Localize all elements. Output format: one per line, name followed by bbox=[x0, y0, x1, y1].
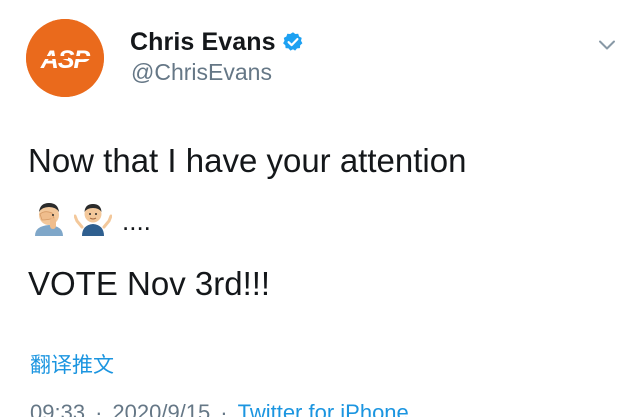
tweet-card: ASP Chris Evans @ChrisEvans Now that I h… bbox=[0, 0, 640, 417]
avatar[interactable]: ASP bbox=[26, 19, 104, 97]
tweet-text-line-1: Now that I have your attention bbox=[28, 142, 467, 179]
emoji-row: .... bbox=[30, 194, 151, 236]
tweet-time[interactable]: 09:33 bbox=[30, 400, 85, 417]
face-palm-emoji-icon bbox=[35, 203, 63, 236]
chevron-down-icon[interactable] bbox=[596, 34, 618, 56]
svg-text:ASP: ASP bbox=[40, 46, 91, 74]
tweet-text-line-3: VOTE Nov 3rd!!! bbox=[28, 265, 271, 302]
translate-tweet-link[interactable]: 翻译推文 bbox=[30, 349, 114, 379]
tweet-date[interactable]: 2020/9/15 bbox=[112, 400, 210, 417]
display-name[interactable]: Chris Evans bbox=[130, 28, 276, 57]
shrug-emoji-icon bbox=[74, 204, 112, 236]
meta-separator: · bbox=[95, 400, 103, 417]
tweet-source-link[interactable]: Twitter for iPhone bbox=[238, 400, 409, 417]
ellipsis-text: .... bbox=[122, 206, 151, 236]
meta-separator: · bbox=[220, 400, 228, 417]
tweet-meta: 09:33 · 2020/9/15 · Twitter for iPhone bbox=[30, 400, 409, 417]
name-row: Chris Evans bbox=[130, 26, 304, 58]
asp-logo: ASP bbox=[26, 19, 104, 97]
verified-badge-icon bbox=[282, 32, 303, 51]
user-handle[interactable]: @ChrisEvans bbox=[131, 59, 272, 86]
